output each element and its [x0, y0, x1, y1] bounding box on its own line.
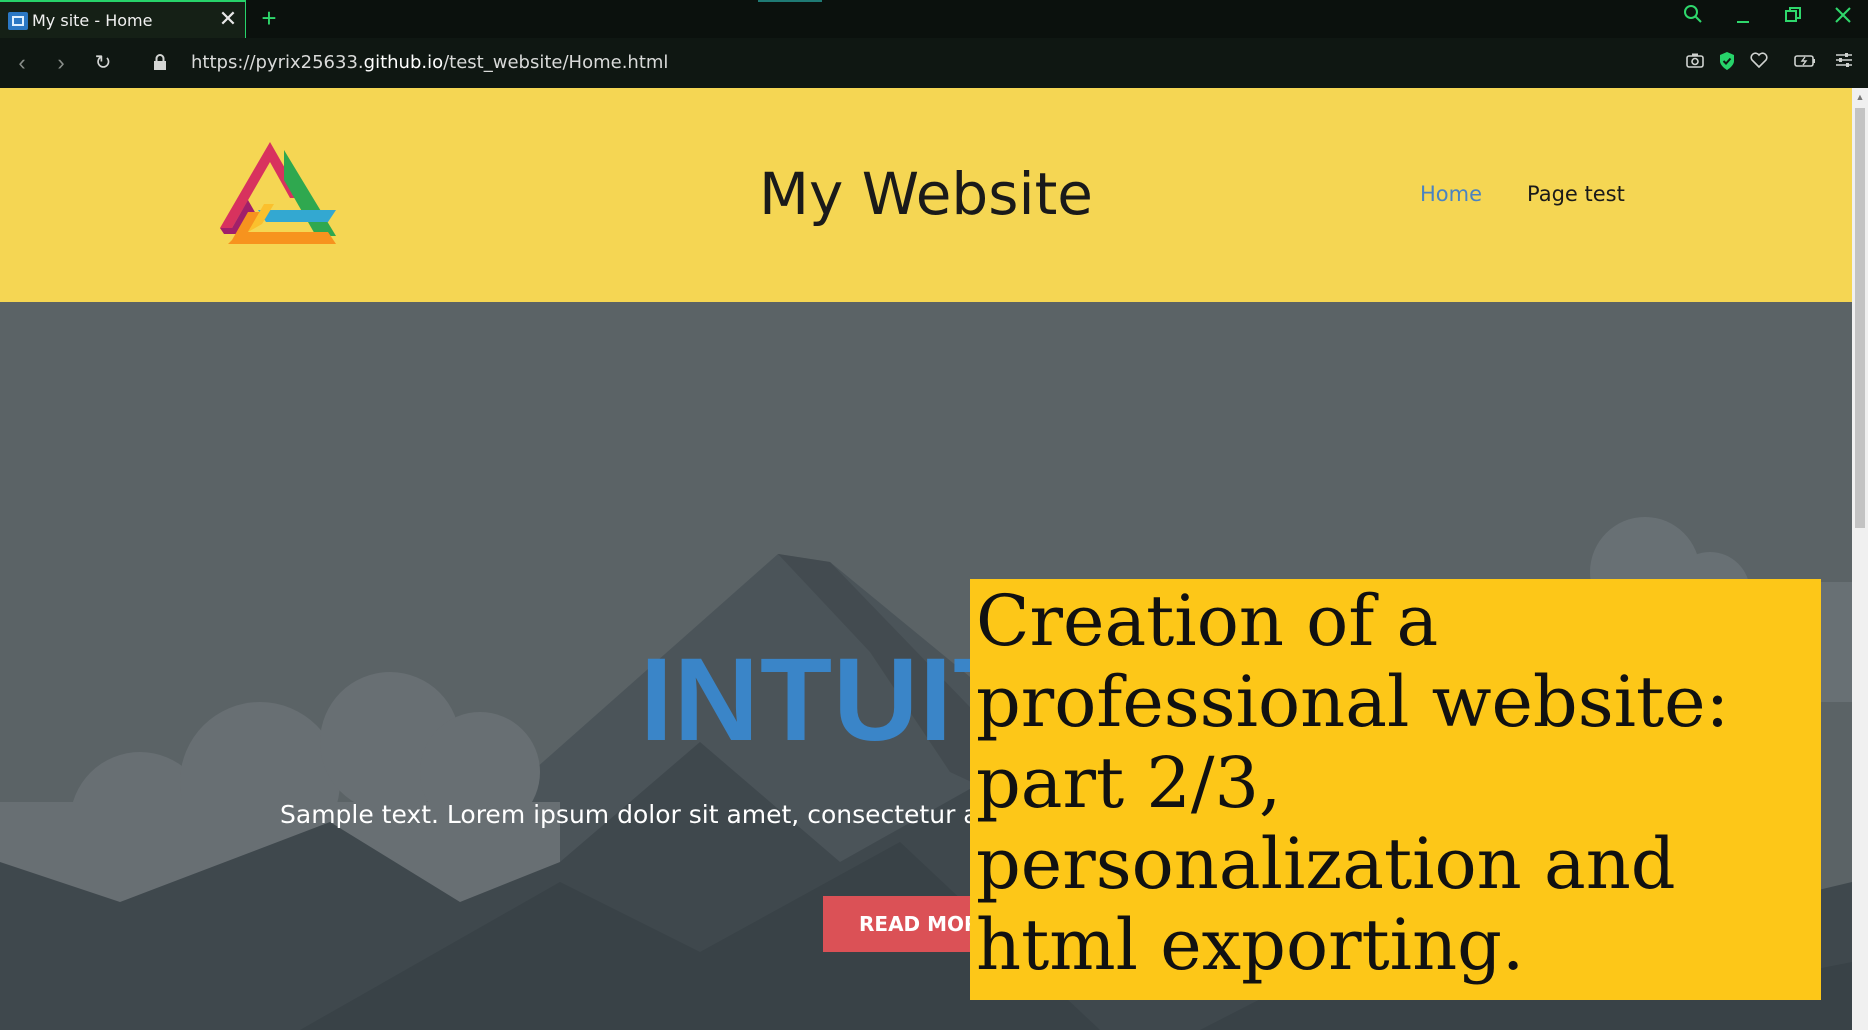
hero-heading: INTUIT [640, 634, 1027, 766]
scroll-thumb[interactable] [1855, 108, 1865, 528]
new-tab-icon[interactable]: + [256, 4, 282, 32]
caption-overlay: Creation of a professional website: part… [970, 579, 1821, 1000]
search-icon[interactable] [1676, 4, 1710, 32]
site-title: My Website [758, 160, 1093, 228]
minimize-icon[interactable] [1726, 4, 1760, 32]
page-scrollbar[interactable]: ▲ [1852, 88, 1868, 1030]
heart-icon[interactable] [1747, 51, 1771, 75]
lock-icon [146, 49, 174, 77]
shield-icon[interactable] [1715, 51, 1739, 75]
forward-icon[interactable]: › [47, 49, 75, 77]
site-header: My Website Home Page test [0, 88, 1852, 302]
camera-icon[interactable] [1683, 51, 1707, 75]
active-tab[interactable]: My site - Home ✕ [0, 0, 246, 38]
nav-link-home[interactable]: Home [1420, 182, 1482, 206]
site-favicon-icon [8, 12, 28, 30]
settings-sliders-icon[interactable] [1832, 51, 1856, 75]
hero-text: Sample text. Lorem ipsum dolor sit amet,… [280, 800, 1038, 829]
tab-title: My site - Home [32, 11, 153, 30]
url-path: /test_website/Home.html [443, 52, 669, 73]
restore-icon[interactable] [1776, 4, 1810, 32]
reload-icon[interactable]: ↻ [89, 49, 117, 77]
close-window-icon[interactable] [1826, 4, 1860, 32]
nav-link-page-test[interactable]: Page test [1527, 182, 1625, 206]
battery-saver-icon[interactable] [1793, 51, 1817, 75]
close-tab-icon[interactable]: ✕ [216, 7, 240, 31]
back-icon[interactable]: ‹ [8, 49, 36, 77]
scroll-up-icon[interactable]: ▲ [1855, 92, 1865, 102]
tab-indicator [758, 0, 822, 2]
tab-bar: My site - Home ✕ + [0, 0, 1868, 38]
url-field[interactable]: https://pyrix25633.github.io/test_websit… [191, 52, 668, 73]
url-host: github.io [363, 52, 444, 73]
caption-text: Creation of a professional website: part… [976, 580, 1730, 986]
site-logo[interactable] [218, 140, 338, 244]
url-prefix: https://pyrix25633. [191, 52, 364, 73]
